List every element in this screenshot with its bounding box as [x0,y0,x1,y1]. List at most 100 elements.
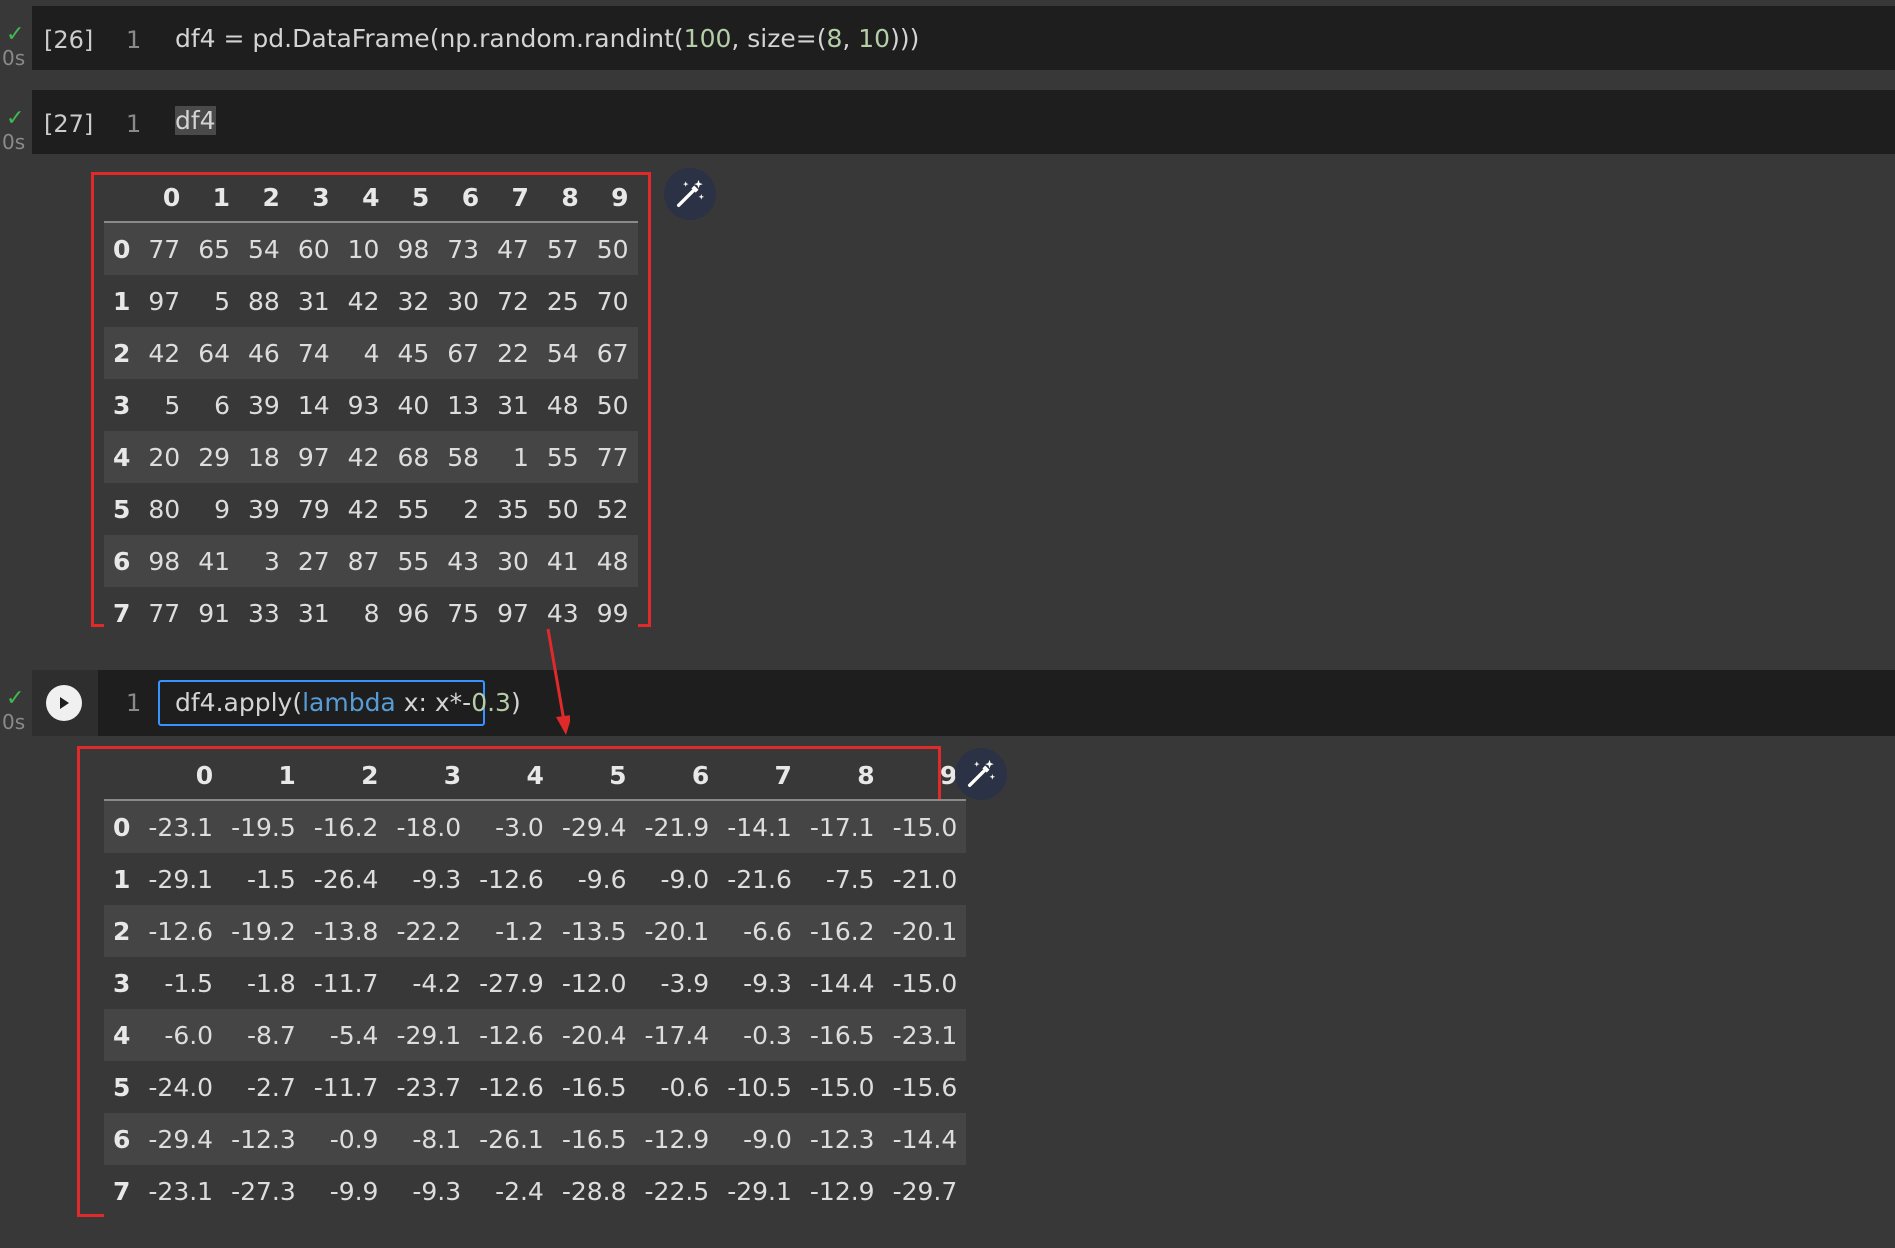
table-cell: 73 [447,234,480,264]
table-row: 4 -6.0 -8.7 -5.4 -29.1 -12.6 -20.4 -17.4 -0.3 -16… [104,1009,967,1061]
table-cell: 77 [596,442,629,472]
table-cell: -12.9 [809,1176,875,1206]
table-cell: 55 [546,442,579,472]
row-index: 3 [113,968,131,998]
row-index: 7 [113,1176,131,1206]
table-cell: 67 [596,338,629,368]
dataframe-table: 0123456789 0 -23.1 -19.5 -16.2 -18.0 -3.0 -29.… [104,752,967,1217]
table-cell: -16.2 [809,916,875,946]
table-cell: -22.5 [644,1176,710,1206]
table-cell: 98 [148,546,181,576]
table-cell: -24.0 [148,1072,214,1102]
table-cell: -3.0 [495,812,544,842]
table-row: 2 42 64 46 74 4 45 67 22 54 67 [104,327,638,379]
code-text: , [842,24,859,53]
table-cell: 33 [248,598,280,628]
column-header: 3 [387,752,471,801]
table-row: 2 -12.6 -19.2 -13.8 -22.2 -1.2 -13.5 -20.1 -6.6-… [104,905,967,957]
table-cell: -14.4 [809,968,875,998]
table-cell: 3 [263,546,280,576]
run-button[interactable] [46,685,82,721]
code-line[interactable]: df4 [175,106,216,135]
table-cell: -17.4 [644,1020,710,1050]
line-number: 1 [126,689,142,717]
table-cell: -7.5 [825,864,875,894]
check-icon: ✓ [6,686,25,711]
table-cell: 39 [248,494,280,524]
table-cell: 57 [546,234,579,264]
table-cell: 77 [148,234,181,264]
table-cell: -4.2 [412,968,462,998]
table-cell: 68 [397,442,430,472]
table-cell: -29.4 [148,1124,214,1154]
table-cell: -9.0 [743,1124,792,1154]
table-cell: -16.5 [809,1020,875,1050]
dataframe-table: 0123456789 0 77 65 54 60 10 98 73 47 57 50 1 97 5 88 31… [104,174,638,639]
table-row: 6 -29.4 -12.3 -0.9 -8.1 -26.1 -16.5 -12.9 -9.0 -1… [104,1113,967,1165]
table-row: 0 77 65 54 60 10 98 73 47 57 50 [104,222,638,275]
table-cell: 96 [397,598,430,628]
row-index: 6 [113,1124,131,1154]
table-cell: -9.9 [329,1176,379,1206]
table-cell: 5 [214,286,231,316]
table-cell: 48 [546,390,579,420]
column-header: 2 [239,174,289,223]
magic-wand-button[interactable] [955,748,1007,800]
code-cell-editor[interactable] [32,90,1895,154]
row-index: 2 [113,916,131,946]
magic-wand-icon [967,759,996,788]
table-cell: -26.4 [313,864,379,894]
column-header: 1 [222,752,305,801]
code-text: ) [510,688,521,717]
code-text: x: x*- [395,688,472,717]
table-cell: 39 [248,390,280,420]
check-icon: ✓ [6,22,25,47]
table-cell: -12.3 [809,1124,875,1154]
table-cell: 54 [546,338,579,368]
column-header: 0 [139,752,223,801]
table-cell: 31 [497,390,529,420]
code-number: 10 [858,24,891,53]
table-cell: 20 [148,442,181,472]
table-cell: 75 [447,598,480,628]
row-index: 4 [113,1020,131,1050]
dataframe-output: 0123456789 0 -23.1 -19.5 -16.2 -18.0 -3.0 -29.… [104,752,967,1217]
table-cell: 47 [497,234,529,264]
table-cell: -12.6 [479,1072,544,1102]
table-cell: -1.2 [495,916,544,946]
table-cell: -27.3 [231,1176,296,1206]
table-cell: -22.2 [396,916,462,946]
table-cell: -26.1 [479,1124,544,1154]
table-cell: -23.1 [148,1176,214,1206]
table-cell: 35 [497,494,529,524]
table-cell: 9 [214,494,231,524]
table-cell: 31 [297,598,330,628]
table-cell: -29.1 [148,864,214,894]
code-number: 0.3 [471,688,511,717]
table-cell: -12.3 [231,1124,296,1154]
code-line[interactable]: df4 = pd.DataFrame(np.random.randint(100… [175,26,919,51]
table-cell: -15.6 [892,1072,958,1102]
check-icon: ✓ [6,106,25,131]
table-cell: -9.3 [412,864,462,894]
table-cell: 80 [148,494,181,524]
table-cell: 18 [248,442,280,472]
table-cell: 42 [347,494,380,524]
table-cell: 13 [447,390,480,420]
table-cell: 50 [596,390,629,420]
table-cell: -9.3 [743,968,792,998]
table-cell: -28.8 [561,1176,627,1206]
table-cell: -16.5 [561,1072,627,1102]
code-line[interactable]: df4.apply(lambda x: x*-0.3) [175,690,521,715]
table-cell: -20.4 [561,1020,627,1050]
table-cell: 22 [497,338,529,368]
magic-wand-button[interactable] [664,168,716,220]
column-header: 9 [883,752,967,801]
table-cell: -0.6 [660,1072,710,1102]
table-cell: 31 [297,286,330,316]
table-cell: -21.9 [644,812,710,842]
table-cell: 98 [397,234,430,264]
table-cell: -19.5 [231,812,296,842]
line-number: 1 [126,26,142,54]
column-header: 6 [438,174,489,223]
